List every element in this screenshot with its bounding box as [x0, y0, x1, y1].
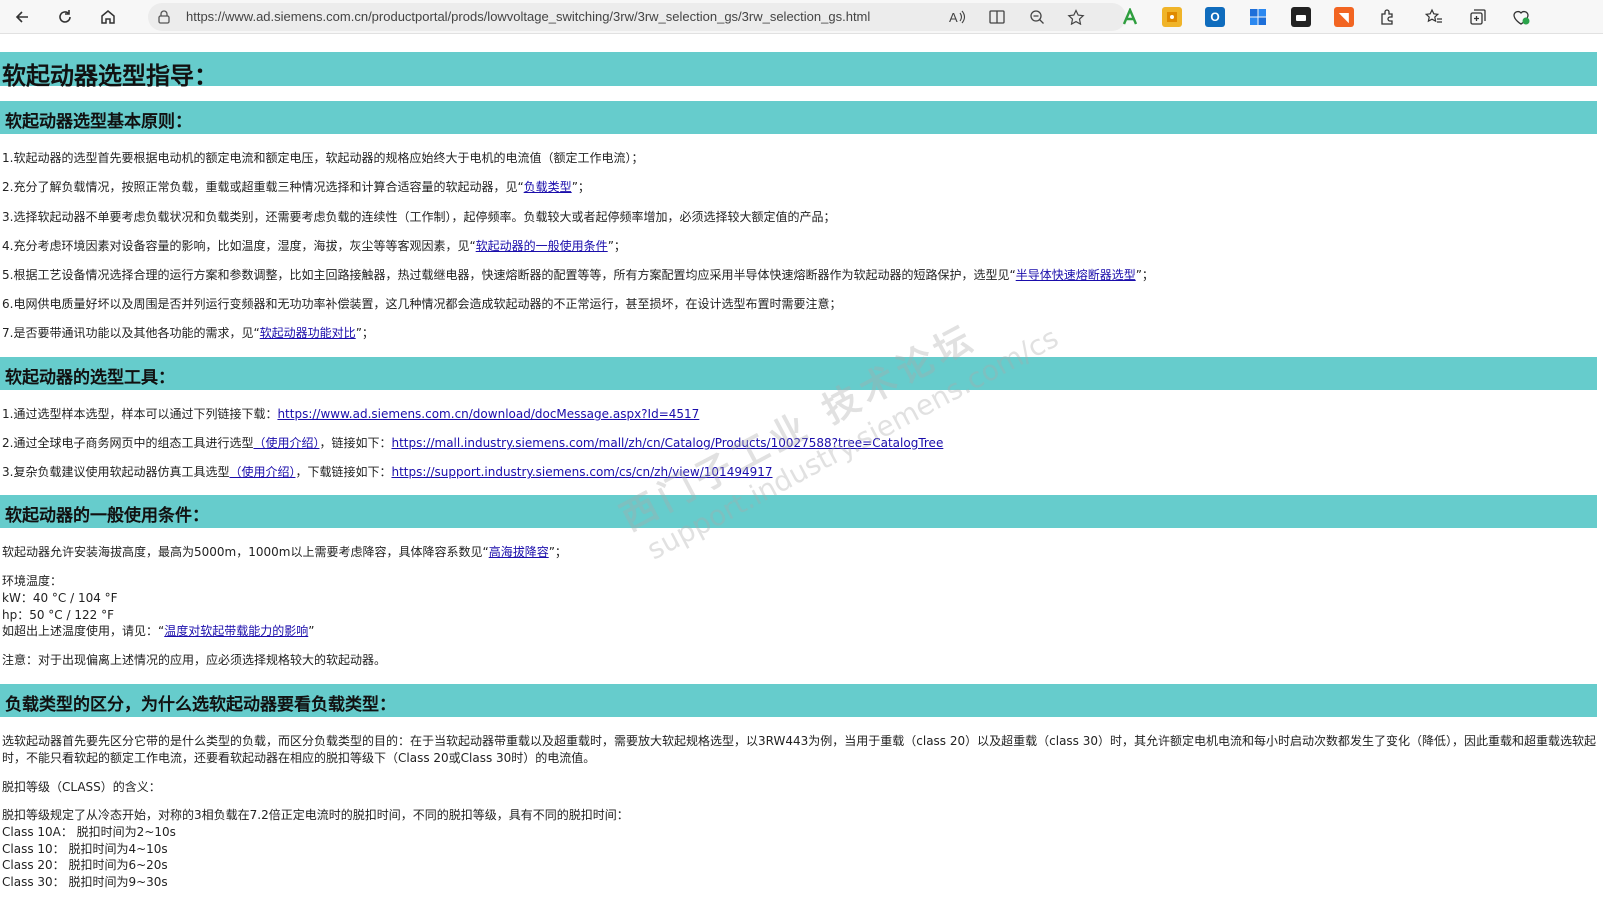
collections-icon[interactable]	[1468, 7, 1488, 27]
immersive-reader-button[interactable]	[986, 7, 1008, 27]
function-comparison-link[interactable]: 软起动器功能对比	[260, 326, 356, 340]
class-10a-line: Class 10A： 脱扣时间为2~10s	[2, 825, 176, 839]
zoom-out-icon	[1030, 10, 1044, 24]
tool-item-2: 2.通过全球电子商务网页中的组态工具进行选型（使用介绍），链接如下：https:…	[2, 436, 944, 450]
principle-item-4: 4.充分考虑环境因素对设备容量的影响，比如温度，湿度，海拔，灰尘等等客观因素，见…	[2, 239, 626, 253]
section-heading-conditions: 软起动器的一般使用条件：	[0, 495, 1597, 528]
refresh-icon	[59, 10, 71, 23]
extension-a-icon[interactable]	[1120, 7, 1140, 27]
class-meaning-label: 脱扣等级（CLASS）的含义：	[2, 780, 161, 794]
rss-icon[interactable]: ◥	[1334, 7, 1354, 27]
class-10-line: Class 10： 脱扣时间为4~10s	[2, 842, 168, 856]
load-types-heading: 负载类型的区分，为什么选软起动器要看负载类型：	[5, 695, 396, 715]
temperature-hp: hp：50 °C / 122 °F	[2, 608, 114, 622]
principle-item-1: 1.软起动器的选型首先要根据电动机的额定电流和额定电压，软起动器的规格应始终大于…	[2, 151, 644, 165]
class-20-line: Class 20： 脱扣时间为6~20s	[2, 858, 168, 872]
page-title-band: 软起动器选型指导：	[0, 52, 1597, 90]
svg-text:A: A	[949, 10, 958, 25]
browser-toolbar: https://www.ad.siemens.com.cn/productpor…	[0, 0, 1603, 34]
star-icon	[1067, 9, 1085, 25]
temperature-exceed-line: 如超出上述温度使用，请见：“温度对软起带载能力的影响”	[2, 624, 315, 638]
temperature-kw: kW：40 °C / 104 °F	[2, 591, 118, 605]
load-types-paragraph: 选软起动器首先要先区分它带的是什么类型的负载，而区分负载类型的目的：在于当软起动…	[2, 734, 1597, 765]
simulation-tool-link[interactable]: https://support.industry.siemens.com/cs/…	[391, 465, 772, 479]
address-bar[interactable]: https://www.ad.siemens.com.cn/productpor…	[148, 3, 1126, 31]
general-conditions-link[interactable]: 软起动器的一般使用条件	[476, 239, 608, 253]
catalog-download-link[interactable]: https://www.ad.siemens.com.cn/download/d…	[277, 407, 699, 421]
load-type-link[interactable]: 负载类型	[524, 180, 572, 194]
extension-dark-icon[interactable]	[1291, 7, 1311, 27]
zoom-out-button[interactable]	[1026, 7, 1048, 27]
simulation-usage-intro-link[interactable]: （使用介绍）	[229, 465, 295, 479]
class-description: 脱扣等级规定了从冷态开始，对称的3相负载在7.2倍正定电流时的脱扣时间，不同的脱…	[2, 808, 629, 822]
principle-item-5: 5.根据工艺设备情况选择合理的运行方案和参数调整，比如主回路接触器，热过载继电器…	[2, 268, 1154, 282]
windows-app-icon[interactable]	[1248, 7, 1268, 27]
high-altitude-derating-link[interactable]: 高海拔降容	[489, 545, 549, 559]
principles-heading: 软起动器选型基本原则：	[5, 112, 192, 132]
favorites-icon[interactable]	[1424, 7, 1444, 27]
temperature-label: 环境温度：	[2, 574, 63, 588]
extensions-puzzle-icon[interactable]	[1377, 7, 1397, 27]
back-arrow-icon	[15, 11, 28, 23]
conditions-heading: 软起动器的一般使用条件：	[5, 506, 209, 526]
home-icon	[101, 10, 115, 24]
page-title: 软起动器选型指导：	[2, 62, 218, 90]
url-text[interactable]: https://www.ad.siemens.com.cn/productpor…	[186, 9, 870, 24]
tool-item-1: 1.通过选型样本选型，样本可以通过下列链接下载：https://www.ad.s…	[2, 407, 700, 421]
outlook-icon[interactable]: O	[1205, 7, 1225, 27]
class-30-line: Class 30： 脱扣时间为9~30s	[2, 875, 168, 889]
tools-heading: 软起动器的选型工具：	[5, 368, 175, 388]
refresh-button[interactable]	[52, 4, 78, 30]
home-button[interactable]	[95, 4, 121, 30]
favorite-button[interactable]	[1065, 7, 1087, 27]
browser-essentials-icon[interactable]	[1511, 7, 1531, 27]
read-aloud-icon: A	[949, 10, 966, 25]
conditions-note: 注意：对于出现偏离上述情况的应用，应必须选择规格较大的软起动器。	[2, 653, 387, 667]
immersive-reader-icon	[989, 10, 1005, 24]
altitude-line: 软起动器允许安装海拔高度，最高为5000m，1000m以上需要考虑降容，具体降容…	[2, 545, 567, 559]
principle-item-6: 6.电网供电质量好坏以及周围是否并列运行变频器和无功功率补偿装置，这几种情况都会…	[2, 297, 842, 311]
tool-item-3: 3.复杂负载建议使用软起动器仿真工具选型（使用介绍），下载链接如下：https:…	[2, 465, 773, 479]
temperature-effect-link[interactable]: 温度对软起带载能力的影响	[164, 624, 308, 638]
section-heading-tools: 软起动器的选型工具：	[0, 357, 1597, 390]
extension-puzzle-yellow-icon[interactable]	[1162, 7, 1182, 27]
mall-configurator-link[interactable]: https://mall.industry.siemens.com/mall/z…	[391, 436, 943, 450]
section-heading-principles: 软起动器选型基本原则：	[0, 101, 1597, 134]
semiconductor-fuse-link[interactable]: 半导体快速熔断器选型	[1016, 268, 1136, 282]
back-button[interactable]	[9, 4, 35, 30]
page-content: 软起动器选型指导： 软起动器选型基本原则： 1.软起动器的选型首先要根据电动机的…	[0, 35, 1603, 919]
section-heading-load-types: 负载类型的区分，为什么选软起动器要看负载类型：	[0, 684, 1597, 717]
principle-item-3: 3.选择软起动器不单要考虑负载状况和负载类别，还需要考虑负载的连续性（工作制），…	[2, 210, 836, 224]
lock-icon[interactable]	[156, 9, 172, 25]
principle-item-2: 2.充分了解负载情况，按照正常负载，重载或超重载三种情况选择和计算合适容量的软起…	[2, 180, 590, 194]
read-aloud-button[interactable]: A	[946, 7, 968, 27]
mall-usage-intro-link[interactable]: （使用介绍）	[253, 436, 319, 450]
principle-item-7: 7.是否要带通讯功能以及其他各功能的需求，见“软起动器功能对比”；	[2, 326, 374, 340]
